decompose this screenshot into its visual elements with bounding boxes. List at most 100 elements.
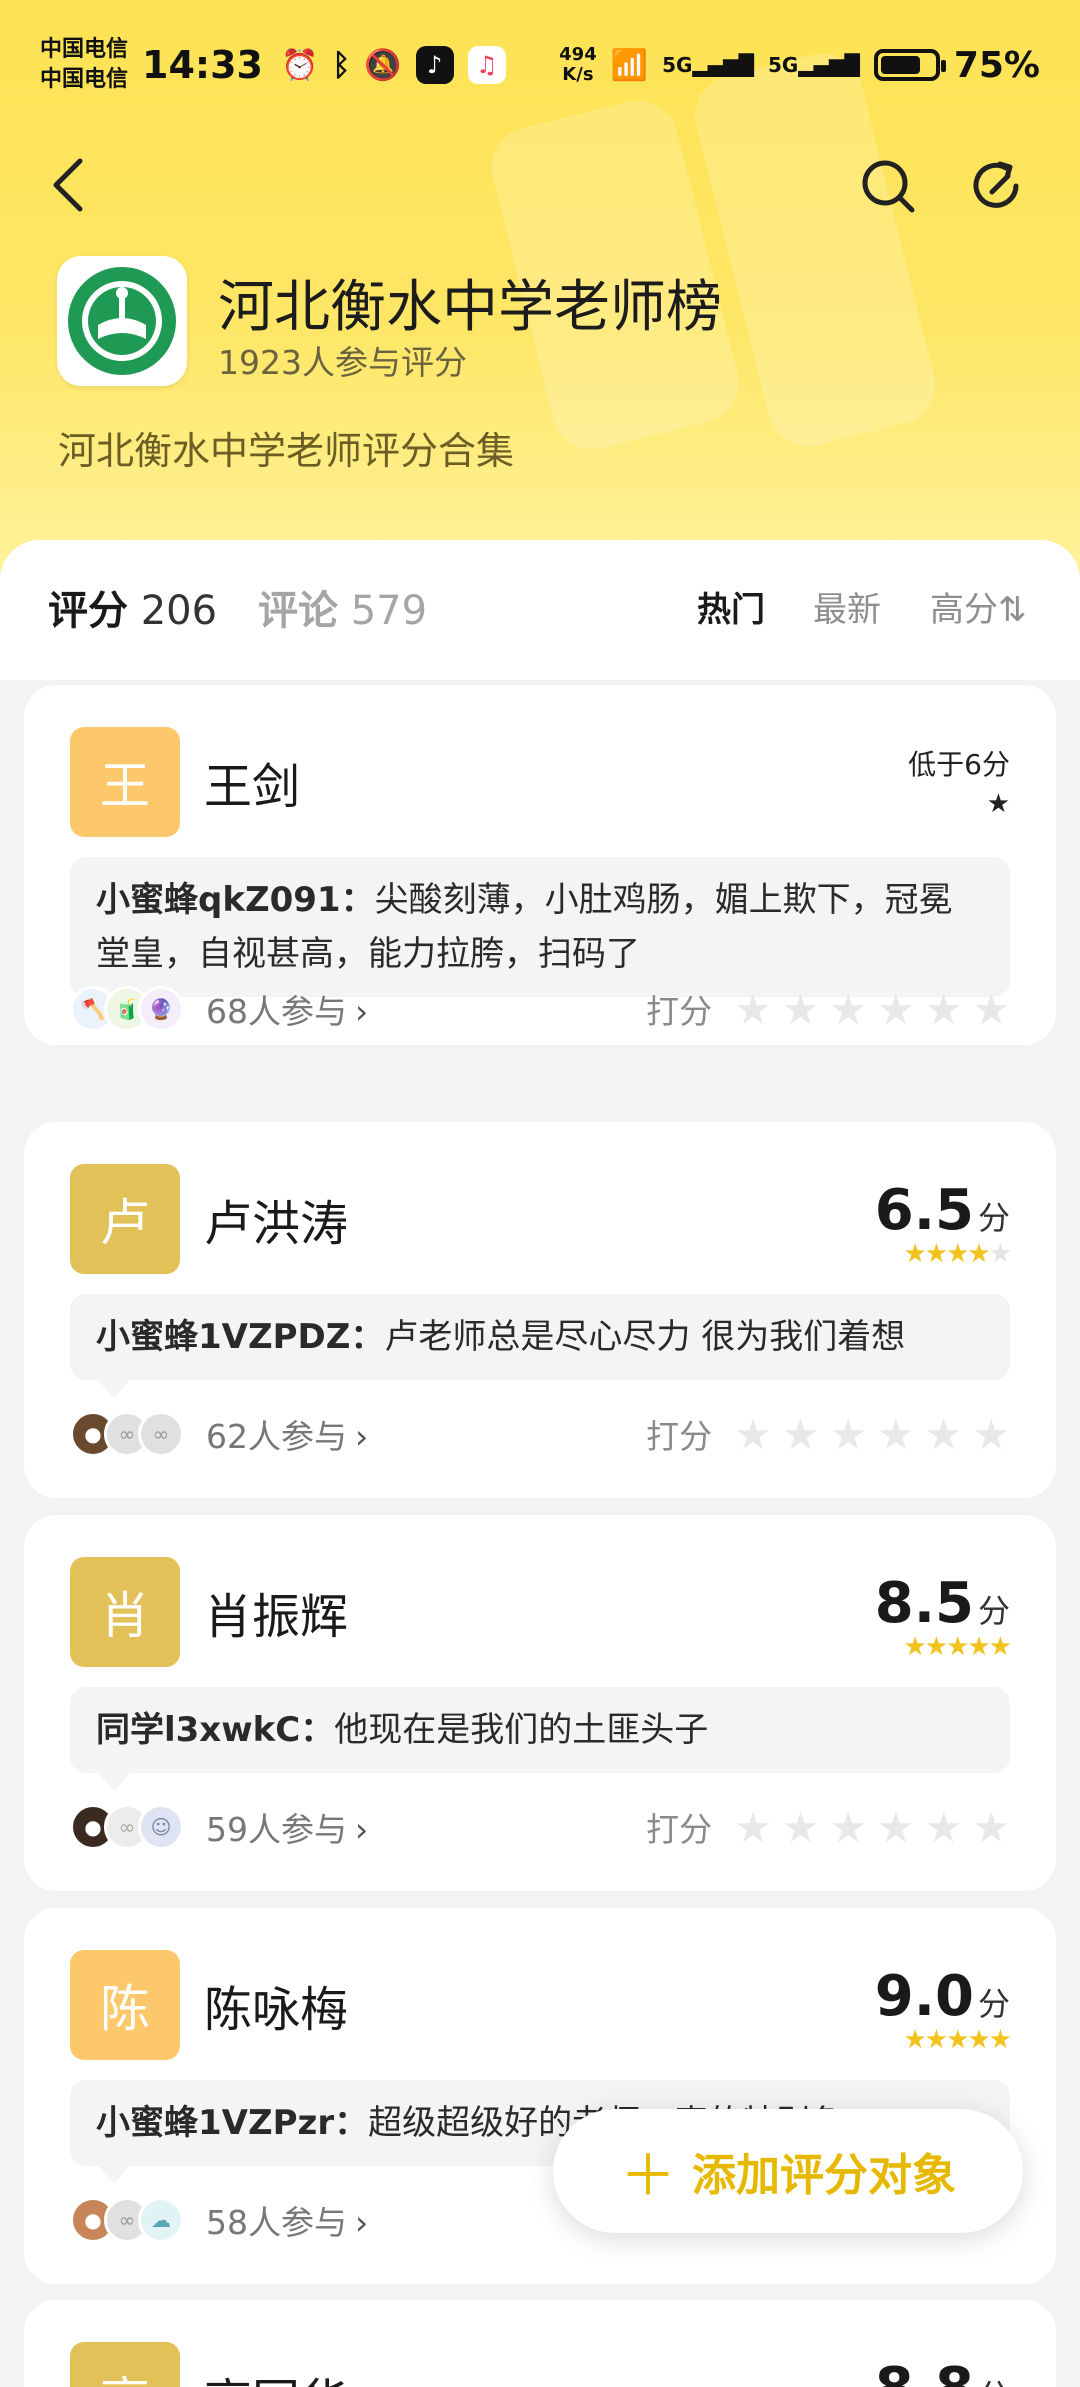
star-icon: ★	[924, 1632, 948, 1662]
score-stars: ★★★★★	[875, 2027, 1012, 2053]
tab-comments-label: 评论	[258, 588, 338, 634]
share-icon	[973, 161, 1019, 208]
rate-stars[interactable]: ★ ★ ★ ★ ★ ★	[734, 985, 1010, 1034]
score-stars: ★★★★★	[875, 1241, 1012, 1267]
add-rating-target-label: 添加评分对象	[692, 2150, 956, 2201]
sort-newest[interactable]: 最新	[813, 582, 881, 631]
signal-1: 5G▂▄▆█	[662, 53, 754, 77]
comment-bubble[interactable]: 同学l3xwkC：他现在是我们的土匪头子	[70, 1687, 1010, 1791]
net-speed-value: 494	[559, 44, 597, 65]
participants-link[interactable]: 62人参与 ›	[206, 1410, 368, 1458]
star-icon[interactable]: ★	[972, 1410, 1010, 1459]
star-icon[interactable]: ★	[782, 1410, 820, 1459]
teacher-name: 肖振辉	[204, 1589, 349, 1645]
tiktok-icon: ♪	[415, 46, 454, 84]
score: 8.5 分 ★★★★★	[875, 1571, 1012, 1660]
star-icon[interactable]: ★	[782, 985, 820, 1034]
rating-card[interactable]: 卢 卢洪涛 6.5 分 ★★★★★ 小蜜蜂1VZPDZ：卢老师总是尽心尽力 很为我…	[24, 1122, 1056, 1498]
star-icon[interactable]: ★	[829, 985, 867, 1034]
rating-card[interactable]: 王 王剑 低于6分 ★ 小蜜蜂qkZ091：尖酸刻薄，小肚鸡肠，媚上欺下，冠冕堂…	[24, 685, 1056, 1045]
tab-ratings[interactable]: 评分 206	[48, 578, 217, 636]
score: 9.0 分 ★★★★★	[874, 1964, 1012, 2053]
teacher-name: 陈咏梅	[204, 1982, 349, 2038]
page-description: 河北衡水中学老师评分合集	[58, 429, 515, 473]
star-icon[interactable]: ★	[877, 985, 915, 1034]
battery-fill	[880, 56, 920, 74]
carrier-2: 中国电信	[40, 67, 129, 92]
chevron-right-icon: ›	[355, 1810, 369, 1849]
commenter-name: 同学l3xwkC：	[96, 1710, 335, 1750]
search-icon	[862, 160, 915, 213]
avatar: 高	[70, 2342, 180, 2387]
star-icon[interactable]: ★	[829, 1410, 867, 1459]
alarm-icon: ⏰	[280, 47, 319, 83]
avatar: 肖	[70, 1557, 180, 1667]
star-icon[interactable]: ★	[877, 1803, 915, 1852]
back-button[interactable]	[48, 155, 98, 215]
bluetooth-icon: ᛒ	[332, 47, 351, 83]
score-unit: 分	[977, 1199, 1010, 1237]
star-icon[interactable]: ★	[925, 1410, 963, 1459]
sort-hot[interactable]: 热门	[697, 582, 765, 631]
tab-comments-count: 579	[350, 588, 428, 634]
card-footer: ● ∞ ∞ 62人参与 › 打分 ★ ★ ★ ★ ★ ★	[70, 1404, 1010, 1464]
user-avatar: ☺	[138, 1804, 184, 1850]
participants-text: 68人参与	[206, 992, 347, 1031]
avatar: 王	[70, 727, 180, 837]
tab-ratings-label: 评分	[48, 588, 128, 634]
participants-count: 1923人参与评分	[218, 343, 467, 382]
wifi-icon: 📶	[610, 47, 649, 83]
teacher-name: 高国华	[204, 2362, 348, 2387]
card-footer: ● ∞ ☺ 59人参与 › 打分 ★ ★ ★ ★ ★ ★	[70, 1797, 1010, 1857]
score-unit: 分	[977, 1592, 1010, 1630]
carrier-info: 中国电信 中国电信	[40, 35, 128, 95]
star-icon[interactable]: ★	[925, 985, 963, 1034]
star-icon[interactable]: ★	[972, 1803, 1010, 1852]
user-avatar: ∞	[138, 1411, 184, 1457]
sort-high-score[interactable]: 高分⇅	[930, 582, 1027, 631]
rate-stars[interactable]: ★ ★ ★ ★ ★ ★	[734, 1410, 1010, 1459]
add-rating-target-button[interactable]: ＋ 添加评分对象	[553, 2109, 1023, 2233]
rate-label: 打分	[646, 1810, 713, 1849]
plus-icon: ＋	[620, 2143, 676, 2209]
rate-label: 打分	[646, 992, 713, 1031]
mute-icon: 🔕	[364, 47, 402, 83]
score-low-text: 低于6分	[908, 748, 1010, 781]
participants-link[interactable]: 68人参与 ›	[206, 985, 368, 1033]
rating-card[interactable]: 肖 肖振辉 8.5 分 ★★★★★ 同学l3xwkC：他现在是我们的土匪头子 ● …	[24, 1515, 1056, 1891]
star-icon: ★	[903, 2025, 926, 2055]
comment-text: 卢老师总是尽心尽力 很为我们着想	[384, 1317, 906, 1357]
rating-card[interactable]: 高 高国华 8.8 分	[24, 2300, 1056, 2387]
comment-bubble[interactable]: 小蜜蜂1VZPDZ：卢老师总是尽心尽力 很为我们着想	[70, 1294, 1010, 1398]
music-icon: ♫	[467, 46, 506, 84]
participant-avatars: ● ∞ ∞	[70, 1411, 184, 1457]
star-icon: ★	[946, 1239, 969, 1269]
rate-stars[interactable]: ★ ★ ★ ★ ★ ★	[734, 1803, 1010, 1852]
star-icon[interactable]: ★	[734, 985, 772, 1034]
star-icon[interactable]: ★	[829, 1803, 867, 1852]
comment-bubble[interactable]: 小蜜蜂qkZ091：尖酸刻薄，小肚鸡肠，媚上欺下，冠冕堂皇，自视甚高，能力拉胯，…	[70, 857, 1010, 1015]
avatar: 卢	[70, 1164, 180, 1274]
share-button[interactable]	[970, 158, 1026, 214]
teacher-name: 王剑	[204, 759, 301, 815]
star-icon[interactable]: ★	[925, 1803, 963, 1852]
participants-link[interactable]: 59人参与 ›	[206, 1803, 368, 1851]
carrier-1: 中国电信	[40, 37, 129, 62]
star-icon[interactable]: ★	[877, 1410, 915, 1459]
commenter-name: 小蜜蜂qkZ091：	[96, 880, 375, 920]
signal-2: 5G▂▄▆█	[767, 53, 860, 77]
participants-link[interactable]: 58人参与 ›	[206, 2196, 368, 2244]
star-icon[interactable]: ★	[782, 1803, 820, 1852]
user-avatar: ☁	[138, 2197, 184, 2243]
net-speed: 494 K/s	[559, 45, 597, 85]
page-title: 河北衡水中学老师榜	[218, 275, 722, 340]
tab-ratings-count: 206	[140, 588, 218, 634]
participants-text: 59人参与	[206, 1810, 347, 1849]
star-icon[interactable]: ★	[734, 1803, 772, 1852]
star-icon[interactable]: ★	[734, 1410, 772, 1459]
tab-comments[interactable]: 评论 579	[258, 578, 427, 636]
rate-label: 打分	[646, 1417, 713, 1456]
score-value: 9.0	[874, 1964, 974, 2029]
star-icon[interactable]: ★	[972, 985, 1010, 1034]
search-button[interactable]	[860, 158, 916, 214]
